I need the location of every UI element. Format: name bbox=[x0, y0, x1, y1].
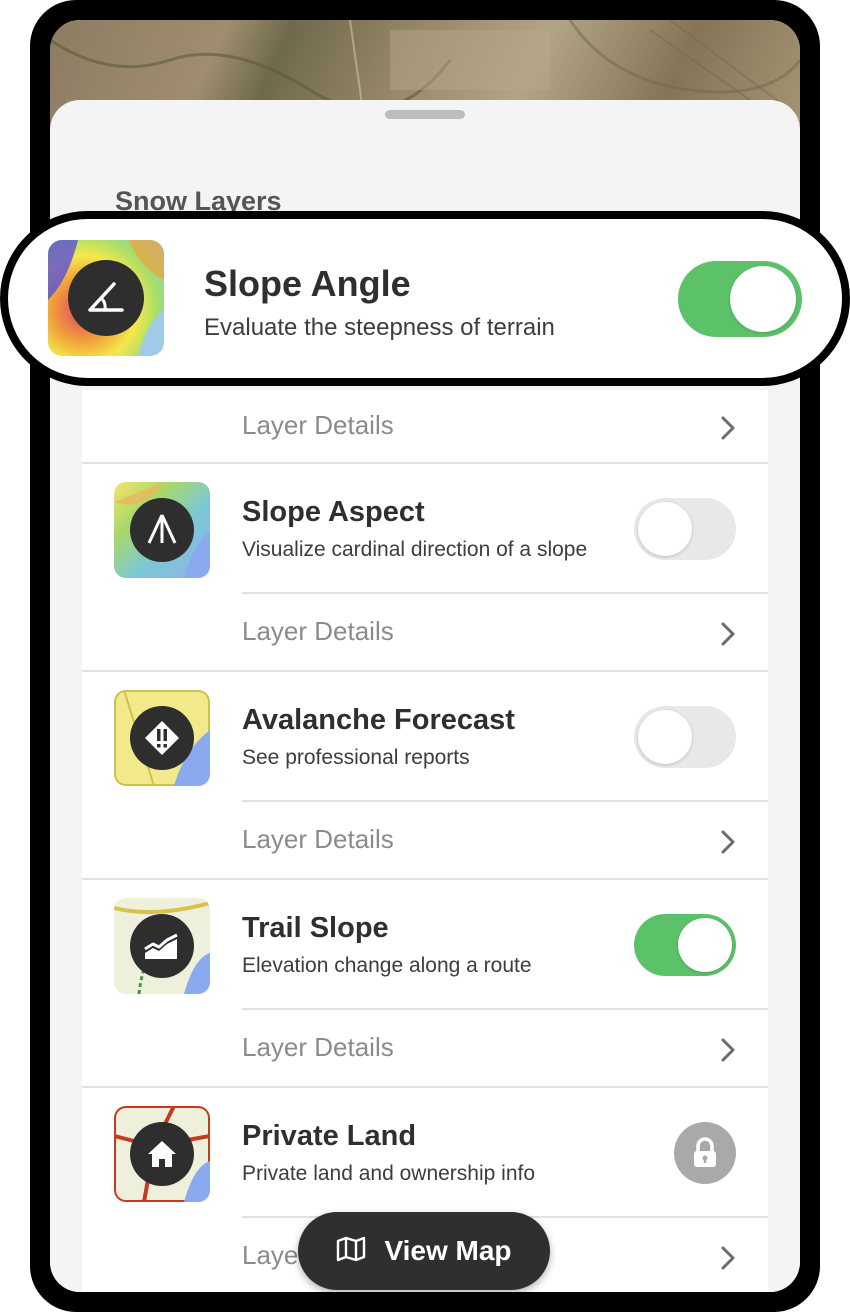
layer-details-row-avalanche-forecast[interactable]: Layer Details bbox=[242, 800, 768, 880]
layer-details-row-trail-slope[interactable]: Layer Details bbox=[242, 1008, 768, 1088]
toggle-knob bbox=[730, 266, 796, 332]
chevron-right-icon bbox=[720, 416, 736, 445]
toggle-knob bbox=[678, 918, 732, 972]
layer-subtitle: See professional reports bbox=[242, 746, 470, 769]
layer-row-slope-aspect: Slope Aspect Visualize cardinal directio… bbox=[82, 464, 768, 592]
layer-row-private-land: Private Land Private land and ownership … bbox=[82, 1088, 768, 1216]
layer-details-row-slope-angle[interactable]: Layer Details bbox=[242, 388, 768, 466]
layer-details-label: Layer Details bbox=[242, 616, 394, 646]
house-icon bbox=[130, 1122, 194, 1186]
layer-title: Avalanche Forecast bbox=[242, 704, 515, 736]
layer-title: Slope Aspect bbox=[242, 496, 425, 528]
toggle-knob bbox=[638, 502, 692, 556]
elevation-chart-icon bbox=[130, 914, 194, 978]
chevron-right-icon bbox=[720, 622, 736, 651]
layer-details-label: Layer Details bbox=[242, 410, 394, 440]
layer-row-trail-slope: Trail Slope Elevation change along a rou… bbox=[82, 880, 768, 1008]
layer-details-label: Layer Details bbox=[242, 1032, 394, 1062]
chevron-right-icon bbox=[720, 830, 736, 859]
layer-title: Slope Angle bbox=[204, 263, 411, 304]
sheet-drag-handle[interactable] bbox=[385, 110, 465, 119]
layer-title: Private Land bbox=[242, 1120, 417, 1152]
chevron-right-icon bbox=[720, 1038, 736, 1067]
warning-diamond-icon bbox=[130, 706, 194, 770]
layer-subtitle: Evaluate the steepness of terrain bbox=[204, 314, 555, 341]
map-icon bbox=[336, 1236, 366, 1267]
layer-details-label: Layer Details bbox=[242, 824, 394, 854]
layer-details-row-slope-aspect[interactable]: Layer Details bbox=[242, 592, 768, 672]
view-map-label: View Map bbox=[384, 1235, 512, 1266]
layer-subtitle: Visualize cardinal direction of a slope bbox=[242, 538, 588, 561]
toggle-knob bbox=[638, 710, 692, 764]
layer-row-avalanche-forecast: Avalanche Forecast See professional repo… bbox=[82, 672, 768, 800]
lock-icon[interactable] bbox=[674, 1122, 736, 1184]
layer-toggle-avalanche-forecast[interactable] bbox=[634, 706, 736, 768]
layers-list: Layer Details Slope Aspect Visualize car… bbox=[82, 390, 768, 1292]
slope-angle-icon bbox=[68, 260, 144, 336]
chevron-right-icon bbox=[720, 1246, 736, 1275]
layer-thumbnail bbox=[48, 240, 164, 356]
layer-thumbnail bbox=[114, 1106, 210, 1202]
layer-thumbnail bbox=[114, 482, 210, 578]
layer-toggle-slope-angle[interactable] bbox=[678, 261, 802, 337]
view-map-button[interactable]: View Map bbox=[298, 1212, 550, 1290]
layer-toggle-trail-slope[interactable] bbox=[634, 914, 736, 976]
layer-title: Trail Slope bbox=[242, 912, 389, 944]
layer-thumbnail bbox=[114, 690, 210, 786]
layer-thumbnail bbox=[114, 898, 210, 994]
layer-subtitle: Private land and ownership info bbox=[242, 1162, 536, 1185]
north-arrow-icon bbox=[130, 498, 194, 562]
highlighted-layer-row-slope-angle: Slope Angle Evaluate the steepness of te… bbox=[0, 211, 850, 386]
layer-toggle-slope-aspect[interactable] bbox=[634, 498, 736, 560]
layer-subtitle: Elevation change along a route bbox=[242, 954, 532, 977]
